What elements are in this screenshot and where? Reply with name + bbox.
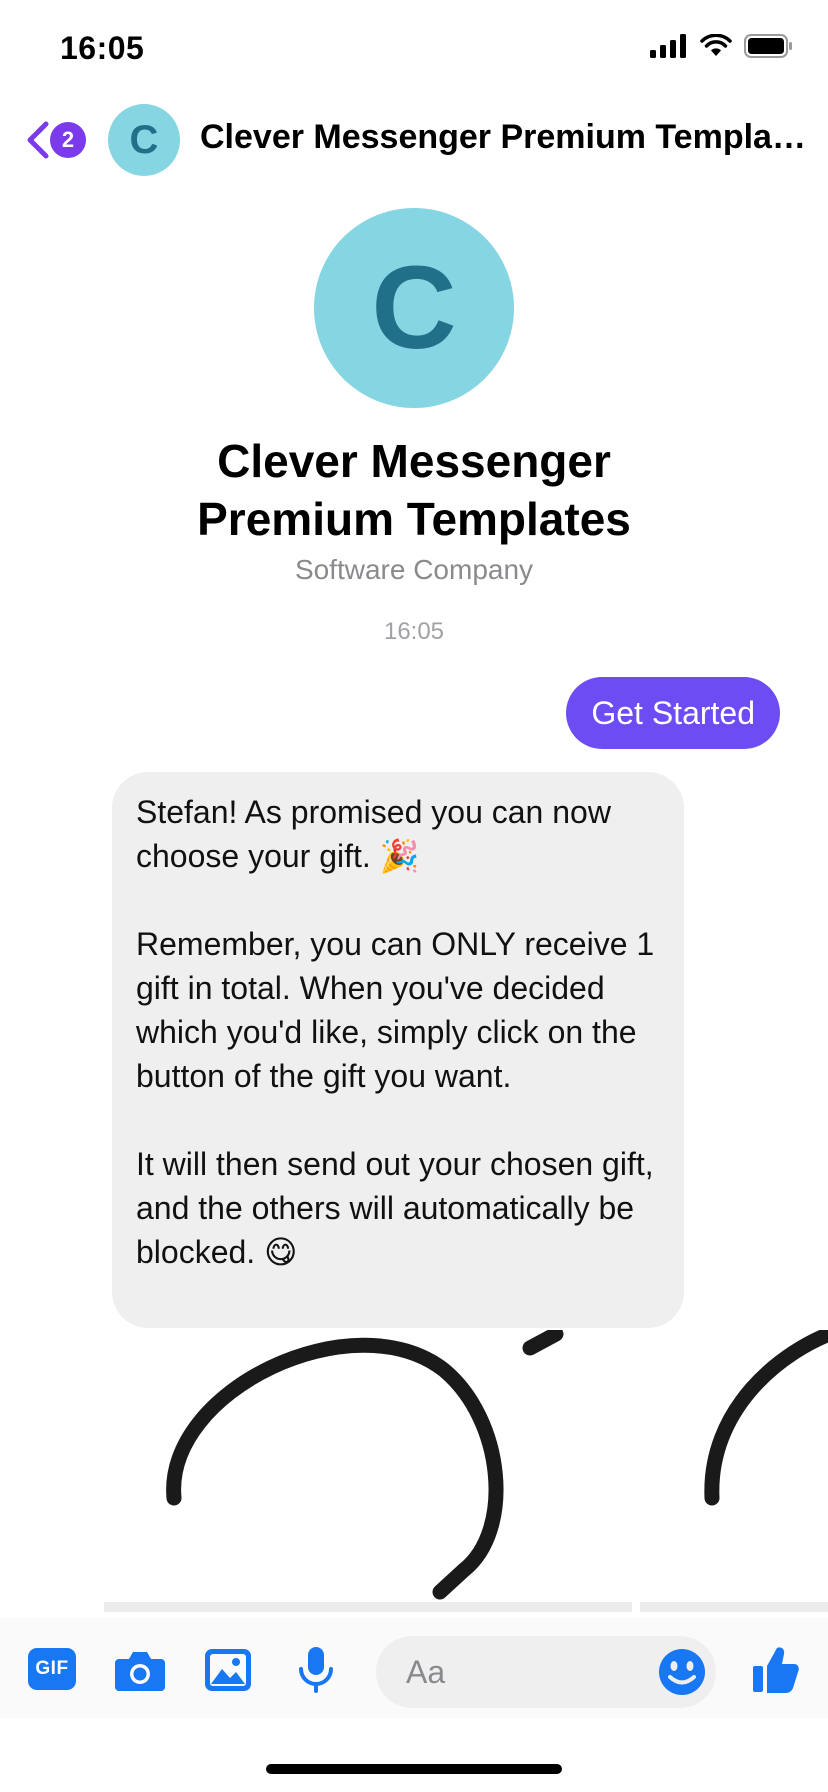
message-composer: GIF Aa <box>0 1618 828 1718</box>
emoji-icon <box>659 1649 705 1695</box>
gallery-button[interactable] <box>202 1644 254 1696</box>
status-icons <box>650 34 794 58</box>
thumbs-up-icon <box>753 1647 799 1693</box>
gift-card-image[interactable] <box>104 1330 632 1612</box>
gift-illustration <box>704 1330 828 1506</box>
emoji-button[interactable] <box>656 1646 708 1698</box>
microphone-icon <box>299 1647 333 1693</box>
unread-count-badge: 2 <box>50 122 86 158</box>
voice-record-button[interactable] <box>290 1644 342 1696</box>
status-time: 16:05 <box>60 30 145 66</box>
signal-icon <box>650 34 686 58</box>
profile-avatar: C <box>314 208 514 408</box>
message-input-placeholder: Aa <box>406 1653 446 1690</box>
gift-illustration <box>166 1330 564 1600</box>
camera-icon <box>115 1652 165 1691</box>
gift-carousel[interactable] <box>0 1330 828 1612</box>
message-paragraph: It will then send out your chosen gift, … <box>136 1146 654 1270</box>
received-message-bubble[interactable]: Stefan! As promised you can now choose y… <box>112 772 684 1328</box>
header-avatar[interactable]: C <box>108 104 180 176</box>
battery-icon <box>744 34 792 58</box>
back-chevron-icon <box>27 121 49 159</box>
gift-card-image[interactable] <box>640 1330 828 1612</box>
message-paragraph: Remember, you can ONLY receive 1 gift in… <box>136 926 655 1094</box>
status-bar: 16:05 <box>0 0 828 100</box>
conversation-header: 2 C Clever Messenger Premium Templates <box>0 100 828 180</box>
profile-name: Clever Messenger Premium Templates <box>197 435 631 545</box>
back-button[interactable]: 2 <box>24 118 92 162</box>
camera-button[interactable] <box>114 1644 166 1696</box>
message-timestamp: 16:05 <box>383 618 445 645</box>
like-button[interactable] <box>750 1644 802 1696</box>
sent-message-bubble[interactable]: Get Started <box>566 677 780 749</box>
image-icon <box>205 1649 251 1691</box>
gif-button[interactable]: GIF <box>28 1648 76 1690</box>
profile-category: Software Company <box>294 554 534 585</box>
message-paragraph: Stefan! As promised you can now choose y… <box>136 794 611 874</box>
message-input[interactable]: Aa <box>376 1636 716 1708</box>
header-title[interactable]: Clever Messenger Premium Templates <box>200 118 810 162</box>
card-divider <box>104 1602 632 1612</box>
wifi-icon <box>700 34 732 56</box>
card-divider <box>640 1602 828 1612</box>
home-indicator[interactable] <box>266 1764 562 1774</box>
